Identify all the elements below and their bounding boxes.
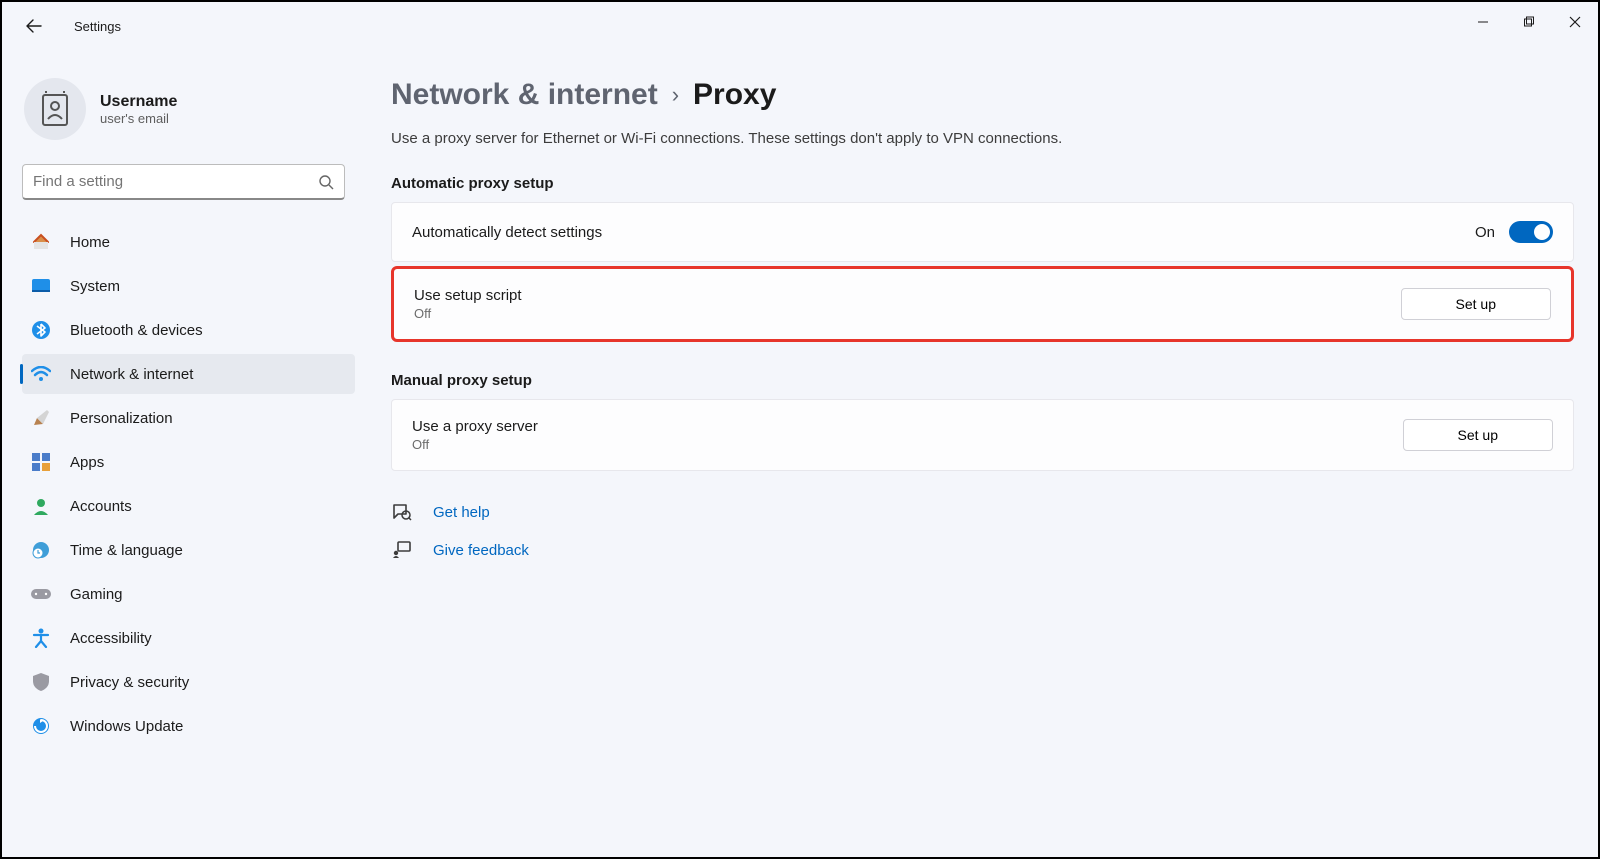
section-title-manual: Manual proxy setup	[391, 372, 1574, 389]
setup-script-state: Off	[414, 306, 1401, 321]
search-box[interactable]	[22, 164, 345, 200]
section-title-auto: Automatic proxy setup	[391, 175, 1574, 192]
feedback-icon	[391, 539, 413, 561]
arrow-left-icon	[26, 18, 42, 34]
wifi-icon	[30, 363, 52, 385]
chevron-right-icon: ›	[672, 82, 679, 108]
window-controls	[1460, 2, 1598, 42]
sidebar-item-accessibility[interactable]: Accessibility	[22, 618, 355, 658]
sidebar-item-label: Apps	[70, 454, 104, 471]
setup-script-card: Use setup script Off Set up	[391, 266, 1574, 342]
sidebar-item-label: Accessibility	[70, 630, 152, 647]
give-feedback-link[interactable]: Give feedback	[433, 542, 529, 559]
system-icon	[30, 275, 52, 297]
minimize-icon	[1477, 16, 1489, 28]
auto-detect-card: Automatically detect settings On	[391, 202, 1574, 262]
sidebar-item-bluetooth[interactable]: Bluetooth & devices	[22, 310, 355, 350]
user-email: user's email	[100, 111, 177, 126]
sidebar-item-network[interactable]: Network & internet	[22, 354, 355, 394]
gamepad-icon	[30, 583, 52, 605]
give-feedback-row[interactable]: Give feedback	[391, 539, 1574, 561]
user-name: Username	[100, 93, 177, 111]
page-description: Use a proxy server for Ethernet or Wi-Fi…	[391, 130, 1574, 147]
proxy-server-label: Use a proxy server	[412, 418, 1403, 435]
sidebar-item-accounts[interactable]: Accounts	[22, 486, 355, 526]
content: Network & internet › Proxy Use a proxy s…	[367, 50, 1598, 857]
sidebar-item-windows-update[interactable]: Windows Update	[22, 706, 355, 746]
proxy-server-state: Off	[412, 437, 1403, 452]
close-button[interactable]	[1552, 2, 1598, 42]
sidebar-item-label: Time & language	[70, 542, 183, 559]
setup-script-label: Use setup script	[414, 287, 1401, 304]
manual-proxy-group: Manual proxy setup Use a proxy server Of…	[391, 372, 1574, 471]
sidebar-item-label: Bluetooth & devices	[70, 322, 203, 339]
accessibility-icon	[30, 627, 52, 649]
sidebar: Username user's email Home System Blueto…	[2, 50, 367, 857]
maximize-button[interactable]	[1506, 2, 1552, 42]
help-icon	[391, 501, 413, 523]
paintbrush-icon	[30, 407, 52, 429]
get-help-row[interactable]: Get help	[391, 501, 1574, 523]
sidebar-item-label: Home	[70, 234, 110, 251]
user-block[interactable]: Username user's email	[20, 70, 357, 164]
automatic-proxy-group: Automatic proxy setup Automatically dete…	[391, 175, 1574, 342]
search-input[interactable]	[33, 173, 318, 190]
auto-detect-toggle[interactable]	[1509, 221, 1553, 243]
back-button[interactable]	[14, 6, 54, 46]
proxy-server-card: Use a proxy server Off Set up	[391, 399, 1574, 471]
sidebar-item-system[interactable]: System	[22, 266, 355, 306]
update-icon	[30, 715, 52, 737]
apps-icon	[30, 451, 52, 473]
maximize-icon	[1523, 16, 1535, 28]
sidebar-item-personalization[interactable]: Personalization	[22, 398, 355, 438]
sidebar-item-label: Windows Update	[70, 718, 183, 735]
globe-clock-icon	[30, 539, 52, 561]
sidebar-item-home[interactable]: Home	[22, 222, 355, 262]
search-icon	[318, 174, 334, 190]
shield-icon	[30, 671, 52, 693]
minimize-button[interactable]	[1460, 2, 1506, 42]
auto-detect-label: Automatically detect settings	[412, 224, 1475, 241]
sidebar-item-time-language[interactable]: Time & language	[22, 530, 355, 570]
sidebar-item-label: Network & internet	[70, 366, 193, 383]
sidebar-item-label: Accounts	[70, 498, 132, 515]
sidebar-item-label: Gaming	[70, 586, 123, 603]
nav-list: Home System Bluetooth & devices Network …	[20, 222, 357, 746]
setup-script-button[interactable]: Set up	[1401, 288, 1551, 320]
close-icon	[1569, 16, 1581, 28]
sidebar-item-label: Personalization	[70, 410, 173, 427]
sidebar-item-gaming[interactable]: Gaming	[22, 574, 355, 614]
sidebar-item-label: System	[70, 278, 120, 295]
breadcrumb-parent[interactable]: Network & internet	[391, 78, 658, 112]
app-title: Settings	[74, 19, 121, 34]
sidebar-item-label: Privacy & security	[70, 674, 189, 691]
get-help-link[interactable]: Get help	[433, 504, 490, 521]
page-title: Proxy	[693, 78, 776, 112]
breadcrumb: Network & internet › Proxy	[391, 78, 1574, 112]
home-icon	[30, 231, 52, 253]
avatar	[24, 78, 86, 140]
auto-detect-state: On	[1475, 224, 1495, 241]
user-badge-icon	[40, 91, 70, 127]
sidebar-item-apps[interactable]: Apps	[22, 442, 355, 482]
accounts-icon	[30, 495, 52, 517]
bluetooth-icon	[30, 319, 52, 341]
sidebar-item-privacy[interactable]: Privacy & security	[22, 662, 355, 702]
titlebar: Settings	[2, 2, 1598, 50]
proxy-server-button[interactable]: Set up	[1403, 419, 1553, 451]
footer-links: Get help Give feedback	[391, 501, 1574, 561]
